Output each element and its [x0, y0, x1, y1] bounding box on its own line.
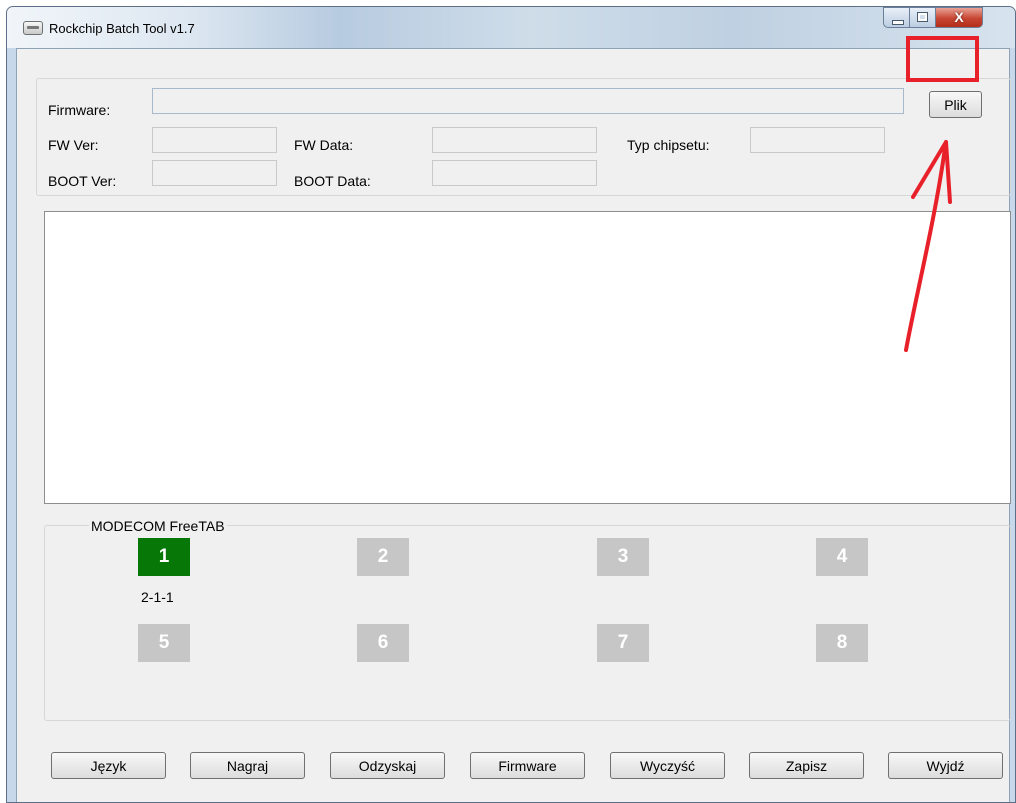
- chipset-type-label: Typ chipsetu:: [627, 137, 710, 153]
- device-slot-3[interactable]: 3: [597, 538, 649, 576]
- maximize-button[interactable]: [910, 7, 936, 28]
- close-button[interactable]: X: [936, 7, 983, 28]
- fw-data-label: FW Data:: [294, 137, 354, 153]
- chipset-type-field: [750, 127, 885, 153]
- firmware-label: Firmware:: [48, 102, 111, 118]
- firmware-info-group: Firmware: Plik FW Ver: FW Data: Typ chip…: [36, 78, 1011, 196]
- save-button[interactable]: Zapisz: [749, 752, 864, 779]
- boot-data-field: [432, 160, 597, 186]
- client-area: Firmware: Plik FW Ver: FW Data: Typ chip…: [16, 48, 1011, 802]
- device-slot-6[interactable]: 6: [357, 624, 409, 662]
- minimize-icon: [892, 20, 904, 25]
- firmware-button[interactable]: Firmware: [470, 752, 585, 779]
- fw-ver-field: [152, 127, 277, 153]
- device-slot-1[interactable]: 1: [138, 538, 190, 576]
- flash-button[interactable]: Nagraj: [190, 752, 305, 779]
- device-slot-7[interactable]: 7: [597, 624, 649, 662]
- fw-data-field: [432, 127, 597, 153]
- highlight-box: [906, 36, 979, 82]
- window-title: Rockchip Batch Tool v1.7: [49, 21, 195, 36]
- language-button[interactable]: Język: [51, 752, 166, 779]
- boot-ver-label: BOOT Ver:: [48, 173, 117, 189]
- clear-button[interactable]: Wyczyść: [610, 752, 725, 779]
- device-slot-2[interactable]: 2: [357, 538, 409, 576]
- title-bar[interactable]: Rockchip Batch Tool v1.7 X: [7, 7, 1015, 48]
- boot-data-label: BOOT Data:: [294, 173, 371, 189]
- rockchip-app-icon[interactable]: [23, 21, 43, 35]
- device-slot-1-port: 2-1-1: [141, 589, 174, 605]
- boot-ver-field: [152, 160, 277, 186]
- firmware-path-field[interactable]: [152, 88, 904, 114]
- device-slot-5[interactable]: 5: [138, 624, 190, 662]
- minimize-button[interactable]: [883, 7, 910, 28]
- fw-ver-label: FW Ver:: [48, 137, 99, 153]
- plik-button[interactable]: Plik: [929, 91, 982, 118]
- exit-button[interactable]: Wyjdź: [888, 752, 1003, 779]
- log-output-area[interactable]: [44, 211, 1011, 504]
- maximize-icon: [917, 12, 928, 22]
- device-group-label: MODECOM FreeTAB: [89, 518, 227, 534]
- app-window: Rockchip Batch Tool v1.7 X Firmware: Pli…: [6, 6, 1016, 803]
- close-icon: X: [954, 9, 964, 25]
- device-slot-8[interactable]: 8: [816, 624, 868, 662]
- restore-button[interactable]: Odzyskaj: [330, 752, 445, 779]
- device-slot-4[interactable]: 4: [816, 538, 868, 576]
